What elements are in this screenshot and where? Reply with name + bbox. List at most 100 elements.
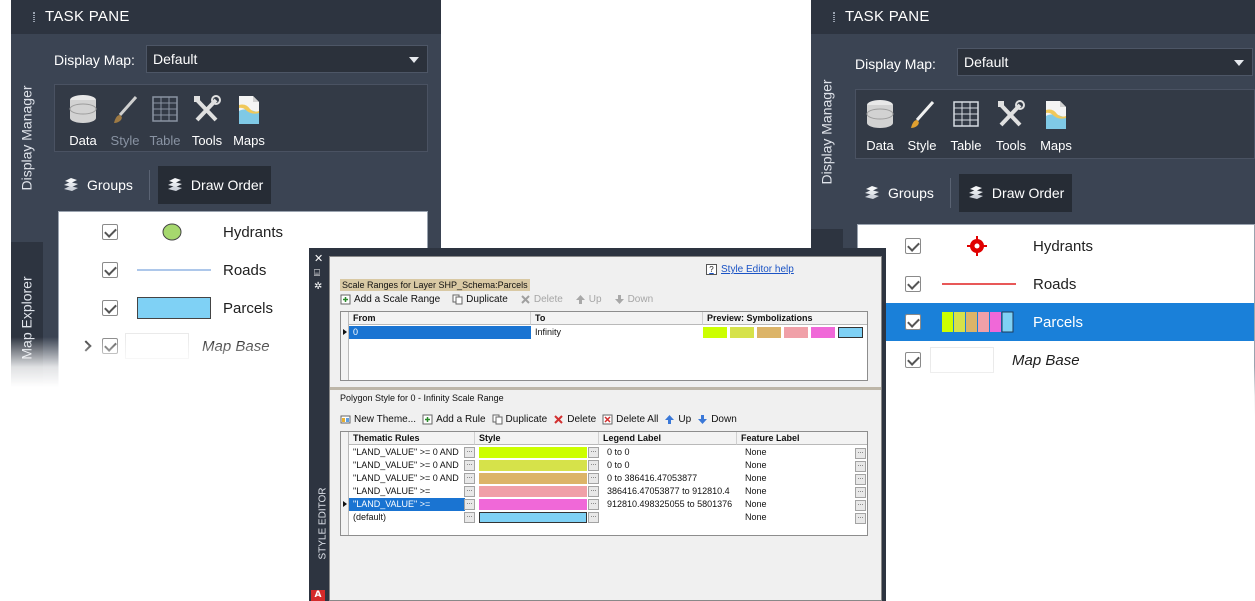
rule-edit-button[interactable]: ... (464, 499, 475, 510)
feature-edit-button[interactable]: ... (855, 487, 866, 498)
feature-edit-button[interactable]: ... (855, 448, 866, 459)
add-rule-button[interactable]: Add a Rule (422, 414, 486, 425)
expand-arrow-icon[interactable] (80, 340, 92, 352)
legend-label-cell[interactable]: 912810.498325055 to 5801376 (603, 498, 733, 511)
feature-label-cell[interactable]: None (741, 446, 851, 459)
checkbox-parcels[interactable] (102, 300, 118, 316)
style-edit-button[interactable]: ... (588, 473, 599, 484)
new-theme-button[interactable]: New Theme... (340, 414, 416, 425)
data-button-right[interactable]: Data (858, 98, 902, 153)
rule-expression-cell[interactable]: "LAND_VALUE" >= (349, 485, 465, 498)
feature-edit-button[interactable]: ... (855, 513, 866, 524)
legend-label-cell[interactable]: 0 to 0 (603, 446, 733, 459)
style-edit-button[interactable]: ... (588, 499, 599, 510)
delete-rule-button[interactable]: Delete (553, 414, 596, 425)
up-scale-button[interactable]: Up (575, 294, 602, 305)
groups-button-right[interactable]: Groups (855, 174, 942, 212)
style-swatch[interactable] (479, 460, 587, 471)
data-button[interactable]: Data (61, 93, 105, 148)
grip-icon[interactable] (833, 12, 835, 22)
feature-label-cell[interactable]: None (741, 511, 851, 524)
style-edit-button[interactable]: ... (588, 512, 599, 523)
tab-display-manager-right[interactable]: Display Manager (811, 34, 843, 229)
tab-display-manager[interactable]: Display Manager (11, 34, 43, 242)
tools-button-right[interactable]: Tools (989, 98, 1033, 153)
tab-map-explorer[interactable]: Map Explorer (11, 248, 43, 387)
legend-label-cell[interactable]: 0 to 0 (603, 459, 733, 472)
feature-label-cell[interactable]: None (741, 459, 851, 472)
gear-icon[interactable]: ✲ (314, 281, 322, 292)
layer-row-roads-right[interactable]: Roads (858, 265, 1254, 303)
rule-expression-cell-selected[interactable]: "LAND_VALUE" >= (349, 498, 465, 511)
tools-button[interactable]: Tools (185, 93, 229, 148)
feature-edit-button[interactable]: ... (855, 474, 866, 485)
checkbox-roads[interactable] (102, 262, 118, 278)
style-editor-help-link[interactable]: ? Style Editor help (706, 264, 794, 275)
rule-edit-button[interactable]: ... (464, 486, 475, 497)
rule-expression-cell[interactable]: (default) (349, 511, 465, 524)
feature-edit-button[interactable]: ... (855, 500, 866, 511)
style-button-right[interactable]: Style (900, 98, 944, 153)
style-edit-button[interactable]: ... (588, 447, 599, 458)
rule-edit-button[interactable]: ... (464, 512, 475, 523)
legend-label-cell[interactable]: 386416.47053877 to 912810.4 (603, 485, 733, 498)
checkbox-hydrants-right[interactable] (905, 238, 921, 254)
style-edit-button[interactable]: ... (588, 460, 599, 471)
duplicate-scale-button[interactable]: Duplicate (452, 294, 508, 305)
layer-row-map-base-right[interactable]: Map Base (858, 341, 1254, 379)
rule-expression-cell[interactable]: "LAND_VALUE" >= 0 AND (349, 472, 465, 485)
style-swatch[interactable] (479, 473, 587, 484)
down-scale-button[interactable]: Down (614, 294, 654, 305)
layer-row-hydrants-right[interactable]: Hydrants (858, 227, 1254, 265)
table-button[interactable]: Table (143, 93, 187, 148)
style-edit-button[interactable]: ... (588, 486, 599, 497)
rule-edit-button[interactable]: ... (464, 460, 475, 471)
style-swatch[interactable] (479, 512, 587, 523)
layer-row-parcels-right[interactable]: Parcels (858, 303, 1254, 341)
down-rule-button[interactable]: Down (697, 414, 737, 425)
draw-order-label: Draw Order (190, 177, 264, 193)
legend-label-cell[interactable]: 0 to 386416.47053877 (603, 472, 733, 485)
checkbox-parcels-right[interactable] (905, 314, 921, 330)
rule-edit-button[interactable]: ... (464, 447, 475, 458)
task-pane-title-bar-right[interactable]: TASK PANE (811, 0, 1255, 34)
draw-order-button-right[interactable]: Draw Order (958, 174, 1073, 212)
draw-order-button[interactable]: Draw Order (157, 166, 272, 204)
checkbox-map-base[interactable] (102, 338, 118, 354)
pin-icon[interactable]: ⌸ (314, 268, 320, 279)
add-scale-range-button[interactable]: Add a Scale Range (340, 294, 440, 305)
display-map-select-right[interactable]: Default (957, 48, 1253, 76)
groups-button[interactable]: Groups (54, 166, 141, 204)
checkbox-map-base-right[interactable] (905, 352, 921, 368)
scale-to-cell[interactable]: Infinity (531, 326, 703, 339)
duplicate-rule-button[interactable]: Duplicate (492, 414, 547, 425)
up-rule-button[interactable]: Up (664, 414, 691, 425)
scale-from-cell[interactable]: 0 (349, 326, 531, 339)
feature-label-cell[interactable]: None (741, 472, 851, 485)
delete-scale-button[interactable]: Delete (520, 294, 563, 305)
checkbox-hydrants[interactable] (102, 224, 118, 240)
task-pane-title-bar[interactable]: TASK PANE (11, 0, 441, 34)
table-button-right[interactable]: Table (944, 98, 988, 153)
rule-expression-cell[interactable]: "LAND_VALUE" >= 0 AND (349, 446, 465, 459)
down-scale-label: Down (627, 294, 654, 305)
rule-edit-button[interactable]: ... (464, 473, 475, 484)
feature-label-cell[interactable]: None (741, 498, 851, 511)
style-swatch[interactable] (479, 447, 587, 458)
layer-row-hydrants[interactable]: Hydrants (59, 213, 427, 251)
feature-edit-button[interactable]: ... (855, 461, 866, 472)
style-swatch[interactable] (479, 499, 587, 510)
grip-icon[interactable] (33, 12, 35, 22)
close-icon[interactable]: ✕ (314, 252, 323, 265)
maps-button-right[interactable]: Maps (1034, 98, 1078, 153)
display-map-select[interactable]: Default (146, 45, 428, 73)
style-button[interactable]: Style (103, 93, 147, 148)
checkbox-roads-right[interactable] (905, 276, 921, 292)
rule-expression-cell[interactable]: "LAND_VALUE" >= 0 AND (349, 459, 465, 472)
delete-all-rules-button[interactable]: Delete All (602, 414, 658, 425)
style-swatch[interactable] (479, 486, 587, 497)
maps-button[interactable]: Maps (227, 93, 271, 148)
legend-label-cell[interactable] (603, 511, 733, 524)
feature-label-cell[interactable]: None (741, 485, 851, 498)
panel-splitter[interactable] (330, 387, 881, 390)
